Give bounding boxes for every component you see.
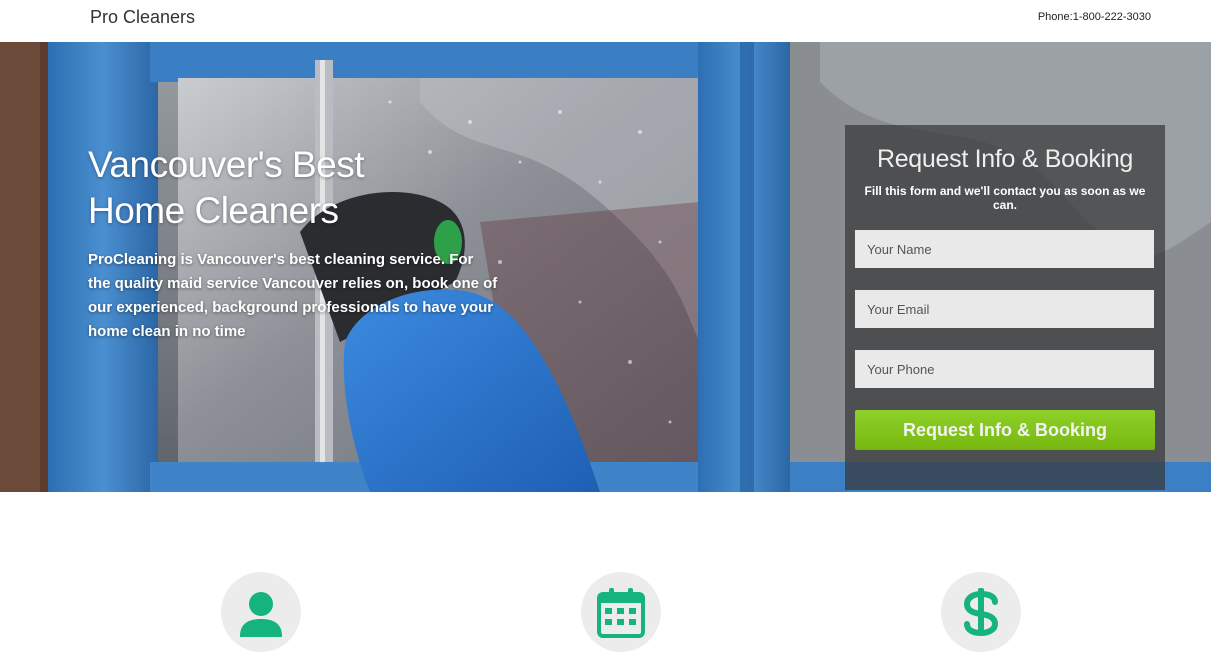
booking-form: Request Info & Booking Fill this form an… <box>845 125 1165 490</box>
request-booking-button[interactable]: Request Info & Booking <box>855 410 1155 450</box>
form-title: Request Info & Booking <box>876 145 1134 173</box>
brand-logo-link[interactable]: Pro Cleaners <box>90 7 195 28</box>
top-navbar: Pro Cleaners Phone:1-800-222-3030 <box>0 0 1211 42</box>
form-subtitle: Fill this form and we'll contact you as … <box>864 184 1146 212</box>
phone-input[interactable] <box>855 350 1154 388</box>
name-input[interactable] <box>855 230 1154 268</box>
dollar-icon <box>963 588 999 637</box>
hero-description: ProCleaning is Vancouver's best cleaning… <box>88 251 498 340</box>
feature-user <box>221 572 301 652</box>
user-icon <box>240 592 282 637</box>
email-input[interactable] <box>855 290 1154 328</box>
feature-calendar <box>581 572 661 652</box>
hero-copy: Vancouver's Best Home Cleaners ProCleani… <box>88 142 498 344</box>
calendar-icon <box>597 588 645 638</box>
hero-section: Vancouver's Best Home Cleaners ProCleani… <box>0 42 1211 492</box>
hero-title-line2: Home Cleaners <box>88 190 339 231</box>
hero-title: Vancouver's Best Home Cleaners <box>88 142 498 234</box>
hero-title-line1: Vancouver's Best <box>88 144 365 185</box>
feature-pricing <box>941 572 1021 652</box>
phone-number: Phone:1-800-222-3030 <box>1037 11 1151 23</box>
